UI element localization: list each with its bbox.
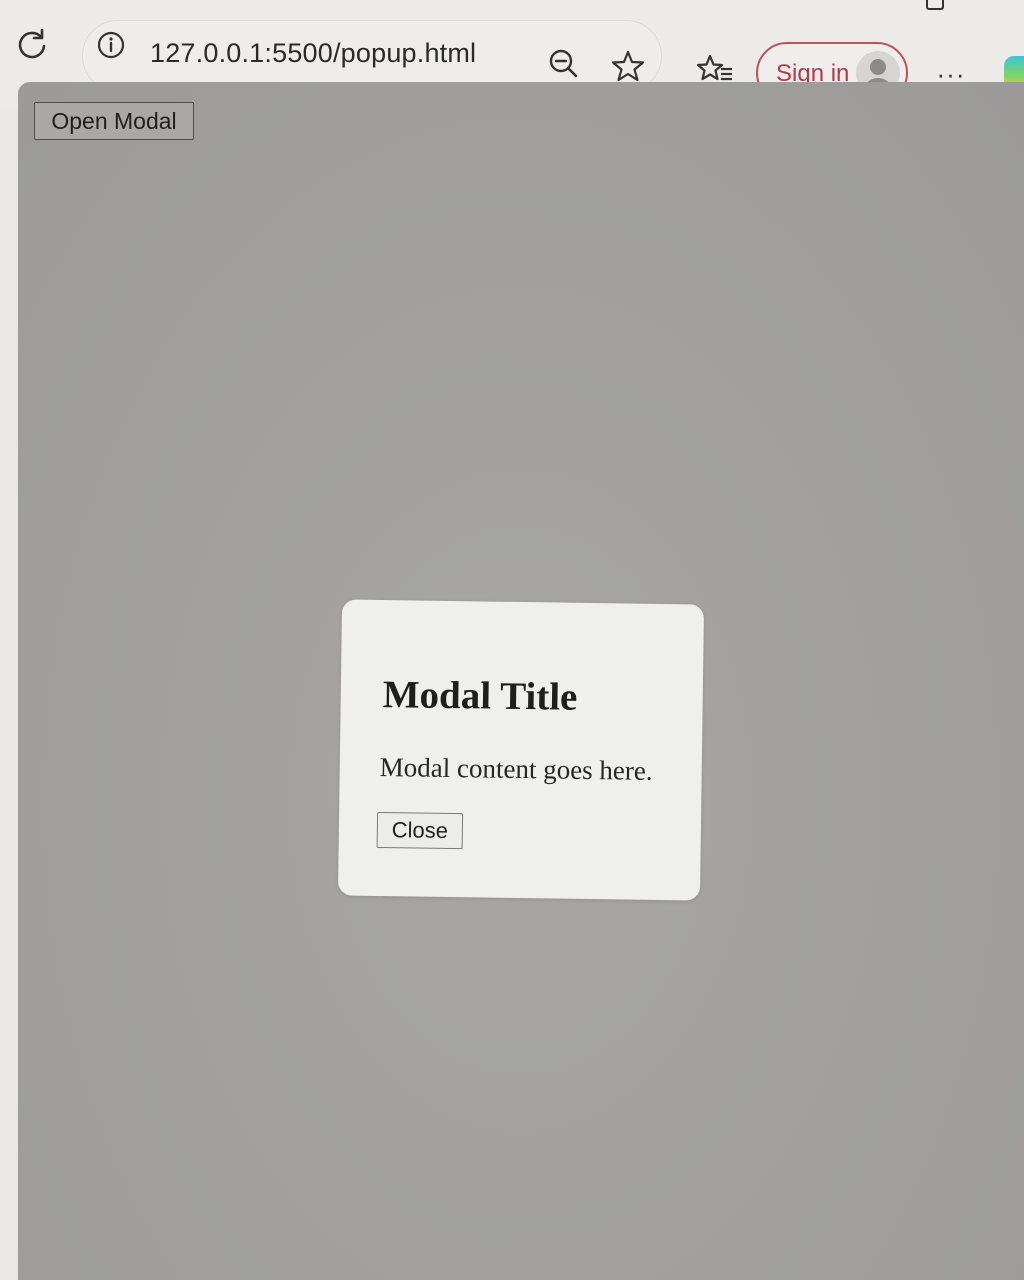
modal-content: Modal content goes here.: [379, 752, 653, 786]
reload-button[interactable]: [12, 24, 52, 64]
close-button[interactable]: Close: [376, 811, 464, 850]
modal-dialog: Modal Title Modal content goes here. Clo…: [337, 599, 705, 901]
url-text[interactable]: 127.0.0.1:5500/popup.html: [150, 38, 476, 69]
zoom-out-icon[interactable]: [548, 48, 580, 80]
modal-title: Modal Title: [382, 673, 578, 719]
more-options-icon[interactable]: ···: [932, 61, 970, 87]
site-info-icon[interactable]: [96, 30, 126, 60]
page-viewport: Open Modal Modal Title Modal content goe…: [18, 82, 1024, 1280]
open-modal-button[interactable]: Open Modal: [34, 102, 194, 140]
window-control-icon[interactable]: [926, 0, 944, 10]
favorite-star-icon[interactable]: [610, 48, 646, 84]
reload-icon: [18, 28, 46, 59]
